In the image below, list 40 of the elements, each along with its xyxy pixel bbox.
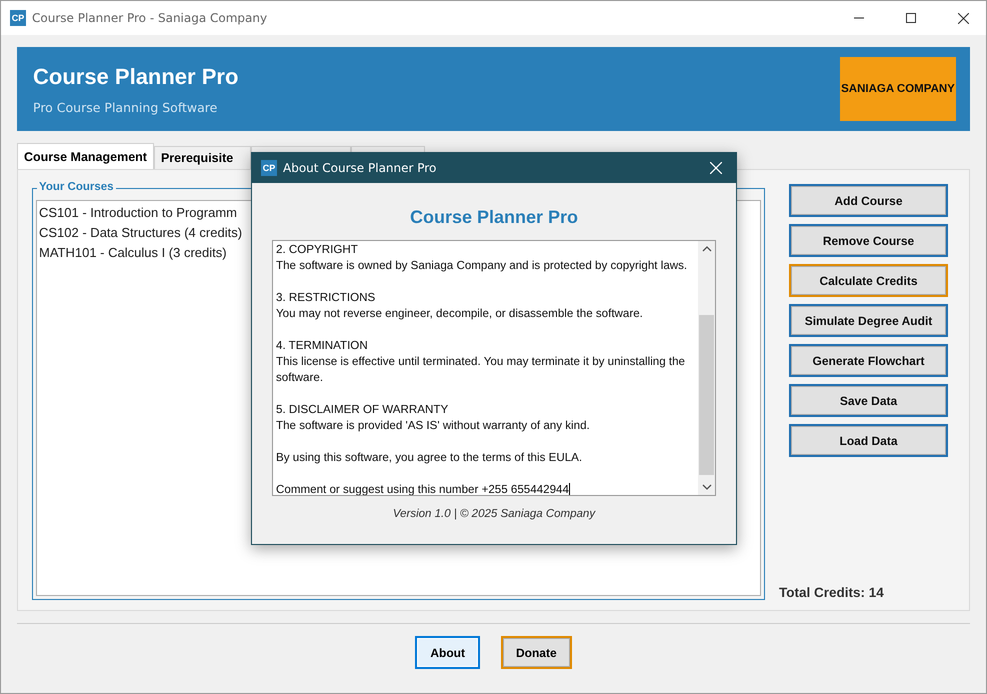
section-heading: 2. COPYRIGHT [276, 242, 359, 258]
donate-button[interactable]: Donate [500, 636, 572, 669]
scroll-thumb[interactable] [699, 315, 714, 475]
action-button[interactable]: Remove Course [789, 224, 948, 257]
window-title: Course Planner Pro - Saniaga Company [32, 11, 268, 25]
scroll-up-icon[interactable] [702, 245, 712, 253]
tab[interactable]: Course Management [17, 143, 154, 169]
app-title: Course Planner Pro [33, 64, 240, 90]
app-icon: CP [261, 160, 277, 176]
license-paragraph: The software is owned by Saniaga Company and is protected by copyright laws. [276, 258, 688, 274]
app-icon: CP [10, 10, 26, 26]
close-icon [958, 12, 968, 24]
action-button[interactable]: Add Course [789, 184, 948, 217]
license-paragraph: You may not reverse engineer, decompile, or disassemble the software. [276, 306, 644, 322]
dialog-heading: Course Planner Pro [410, 207, 578, 228]
license-paragraph: This license is effective until terminated. You may terminate it by uninstalling the software. [276, 354, 686, 386]
version-text: Version 1.0 | © 2025 Saniaga Company [392, 508, 596, 520]
scrollbar[interactable] [698, 241, 715, 495]
license-paragraph: The software is provided 'AS IS' without warranty of any kind. [276, 418, 591, 434]
company-logo: SANIAGA COMPANY [840, 57, 956, 121]
maximize-icon [906, 13, 916, 23]
scroll-down-icon[interactable] [702, 483, 712, 491]
section-heading: 4. TERMINATION [276, 338, 369, 354]
action-button[interactable]: Save Data [789, 384, 948, 417]
total-credits: Total Credits: 14 [779, 585, 885, 600]
about-button[interactable]: About [415, 636, 480, 669]
license-text-box[interactable] [272, 240, 716, 496]
close-icon [710, 162, 722, 174]
action-button[interactable]: Generate Flowchart [789, 344, 948, 377]
app-subtitle: Pro Course Planning Software [33, 100, 218, 114]
action-button[interactable]: Calculate Credits [789, 264, 948, 297]
section-heading: 5. DISCLAIMER OF WARRANTY [276, 402, 450, 418]
license-paragraph: By using this software, you agree to the terms of this EULA. [276, 450, 584, 466]
text-cursor [568, 483, 570, 495]
dialog-title: About Course Planner Pro [283, 161, 438, 175]
action-button[interactable]: Load Data [789, 424, 948, 457]
section-heading: 3. RESTRICTIONS [276, 290, 376, 306]
group-title: Your Courses [37, 181, 116, 193]
action-button[interactable]: Simulate Degree Audit [789, 304, 948, 337]
tab[interactable]: Prerequisite [154, 146, 251, 169]
